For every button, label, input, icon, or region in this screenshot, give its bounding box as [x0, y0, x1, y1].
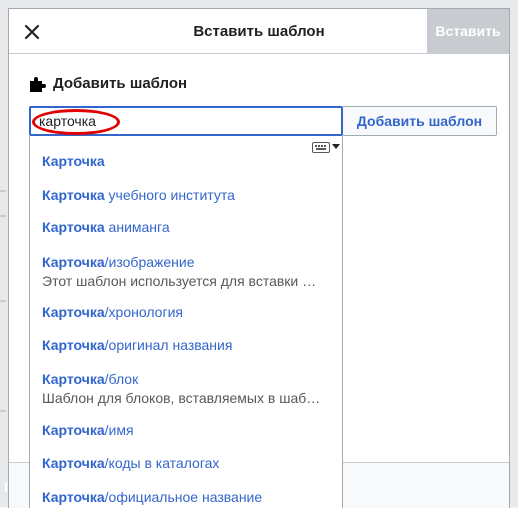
suggestion-match: Карточка — [42, 254, 105, 270]
suggestion-item[interactable]: Карточка/блок Шаблон для блоков, вставля… — [42, 371, 334, 406]
suggestion-match: Карточка — [42, 187, 105, 203]
suggestion-rest: /имя — [104, 422, 134, 438]
suggestions-dropdown: Карточка Карточка учебного института Кар… — [29, 136, 343, 508]
section-title: Добавить шаблон — [53, 75, 188, 92]
backdrop-line — [0, 410, 6, 412]
backdrop-line — [0, 215, 6, 217]
suggestion-item[interactable]: Карточка учебного института — [42, 187, 334, 203]
suggestion-match: Карточка — [42, 455, 105, 471]
suggestion-rest: аниманга — [104, 219, 170, 235]
input-method-button[interactable] — [312, 139, 342, 155]
suggestion-match: Карточка — [42, 337, 105, 353]
suggestion-item[interactable]: Карточка/коды в каталогах — [42, 455, 334, 471]
suggestion-item[interactable]: Карточка/хронология — [42, 304, 334, 320]
suggestion-rest: /хронология — [104, 304, 183, 320]
suggestion-match: Карточка — [42, 304, 105, 320]
chevron-down-icon — [332, 144, 340, 149]
suggestion-item[interactable]: Карточка/изображение Этот шаблон использ… — [42, 254, 334, 289]
template-search-input[interactable] — [29, 106, 343, 136]
add-template-button[interactable]: Добавить шаблон — [343, 106, 497, 136]
dialog-header: Вставить шаблон Вставить — [9, 9, 509, 54]
suggestion-description: Этот шаблон используется для вставки … — [42, 273, 317, 289]
suggestion-item[interactable]: Карточка — [42, 153, 334, 169]
suggestion-item[interactable]: Карточка/оригинал названия — [42, 337, 334, 353]
suggestion-match: Карточка — [42, 422, 105, 438]
backdrop-line — [0, 300, 6, 302]
suggestion-match: Карточка — [42, 489, 105, 505]
suggestion-rest: /коды в каталогах — [104, 455, 220, 471]
suggestion-rest: /официальное название — [104, 489, 263, 505]
insert-button[interactable]: Вставить — [427, 9, 509, 53]
suggestion-match: Карточка — [42, 219, 105, 235]
keyboard-icon — [312, 141, 330, 153]
insert-template-dialog: Вставить шаблон Вставить Добавить шаблон… — [8, 8, 510, 508]
suggestion-match: Карточка — [42, 153, 105, 169]
suggestion-match: Карточка — [42, 371, 105, 387]
suggestion-rest: /оригинал названия — [104, 337, 233, 353]
suggestion-item[interactable]: Карточка аниманга — [42, 219, 334, 235]
suggestion-description: Шаблон для блоков, вставляемых в шаб… — [42, 390, 321, 406]
suggestion-item[interactable]: Карточка/имя — [42, 422, 334, 438]
suggestion-item[interactable]: Карточка/официальное название — [42, 489, 334, 505]
section-heading: Добавить шаблон — [29, 75, 187, 92]
puzzle-icon — [30, 76, 46, 92]
backdrop-line — [0, 190, 6, 192]
suggestion-rest: /блок — [104, 371, 139, 387]
suggestion-rest: /изображение — [104, 254, 195, 270]
suggestion-rest: учебного института — [104, 187, 235, 203]
